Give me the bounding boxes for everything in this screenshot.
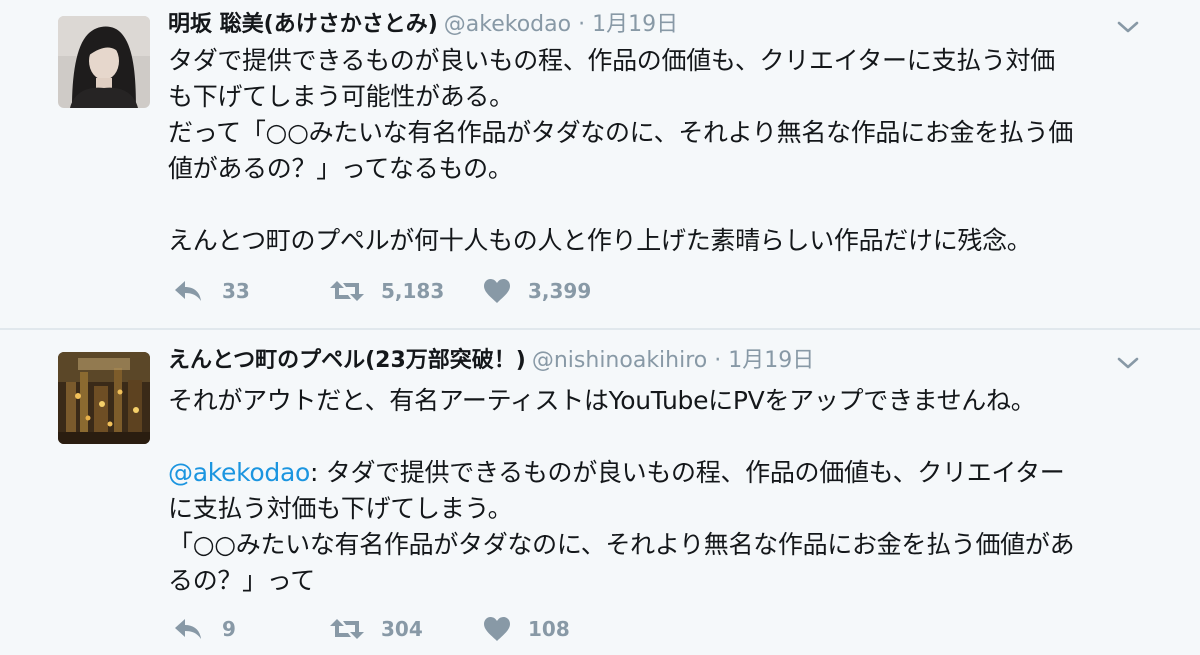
timestamp[interactable]: 1月19日	[728, 348, 814, 373]
quote-line: るの？」って	[168, 566, 315, 595]
like-button[interactable]: 108	[482, 614, 592, 644]
portrait-avatar-icon	[58, 16, 150, 108]
tweet-text: それがアウトだと、有名アーティストはYouTubeにPVをアップできませんね。 …	[168, 383, 1168, 599]
separator: ·	[578, 12, 586, 37]
like-button[interactable]: 3,399	[482, 276, 592, 306]
reply-count: 33	[222, 279, 250, 303]
tweet-header: えんとつ町のプペル(23万部突破！) @nishinoakihiro · 1月19…	[168, 346, 814, 376]
tweet-header: 明坂 聡美(あけさかさとみ) @akekodao · 1月19日	[168, 10, 678, 40]
quote-line: に支払う対価も下げてしまう。	[168, 494, 513, 523]
author-handle[interactable]: @nishinoakihiro	[532, 348, 707, 373]
retweet-icon	[330, 619, 364, 639]
mention-link[interactable]: @akekodao	[168, 458, 310, 487]
reply-icon	[175, 619, 201, 639]
reply-icon	[175, 281, 201, 301]
tweet-menu-button[interactable]	[1116, 351, 1140, 375]
retweet-count: 5,183	[381, 279, 445, 303]
tweet-text-line: だって「○○みたいな有名作品がタダなのに、それより無名な作品にお金を払う価	[168, 118, 1074, 147]
reply-button[interactable]: 33	[172, 276, 262, 306]
quote-line: 「○○みたいな有名作品がタダなのに、それより無名な作品にお金を払う価値があ	[168, 530, 1075, 559]
author-name[interactable]: 明坂 聡美(あけさかさとみ)	[168, 12, 438, 37]
tweet[interactable]: 明坂 聡美(あけさかさとみ) @akekodao · 1月19日 タダで提供できる…	[0, 0, 1200, 328]
tweet-text-line: も下げてしまう可能性がある。	[168, 82, 514, 111]
avatar[interactable]	[58, 16, 150, 108]
like-count: 3,399	[528, 279, 592, 303]
tweet-text-line: 値があるの？」ってなるもの。	[168, 154, 513, 183]
chevron-down-icon	[1117, 357, 1139, 369]
separator: ·	[714, 348, 722, 373]
tweet-actions: 9 304 108	[172, 614, 772, 644]
retweet-button[interactable]: 304	[328, 614, 448, 644]
quote-text: : タダで提供できるものが良いもの程、作品の価値も、クリエイター	[309, 458, 1065, 487]
tweet-text-line: タダで提供できるものが良いもの程、作品の価値も、クリエイターに支払う対価	[168, 46, 1055, 75]
quote-line: @akekodao: タダで提供できるものが良いもの程、作品の価値も、クリエイタ…	[168, 455, 1168, 491]
tweet-actions: 33 5,183 3,399	[172, 276, 772, 306]
book-cover-avatar-icon	[58, 352, 150, 444]
tweet-text-line: それがアウトだと、有名アーティストはYouTubeにPVをアップできませんね。	[168, 386, 1036, 415]
avatar[interactable]	[58, 352, 150, 444]
retweet-button[interactable]: 5,183	[328, 276, 448, 306]
tweet-text: タダで提供できるものが良いもの程、作品の価値も、クリエイターに支払う対価 も下げ…	[168, 43, 1168, 259]
retweet-count: 304	[381, 617, 423, 641]
like-count: 108	[528, 617, 570, 641]
chevron-down-icon	[1117, 21, 1139, 33]
like-icon	[484, 279, 510, 303]
like-icon	[484, 617, 510, 641]
author-handle[interactable]: @akekodao	[444, 12, 571, 37]
tweet-menu-button[interactable]	[1116, 15, 1140, 39]
author-name[interactable]: えんとつ町のプペル(23万部突破！)	[168, 348, 526, 373]
timestamp[interactable]: 1月19日	[592, 12, 678, 37]
tweet[interactable]: えんとつ町のプペル(23万部突破！) @nishinoakihiro · 1月19…	[0, 330, 1200, 655]
reply-button[interactable]: 9	[172, 614, 262, 644]
tweet-text-line: えんとつ町のプペルが何十人もの人と作り上げた素晴らしい作品だけに残念。	[168, 226, 1032, 255]
reply-count: 9	[222, 617, 236, 641]
retweet-icon	[330, 281, 364, 301]
